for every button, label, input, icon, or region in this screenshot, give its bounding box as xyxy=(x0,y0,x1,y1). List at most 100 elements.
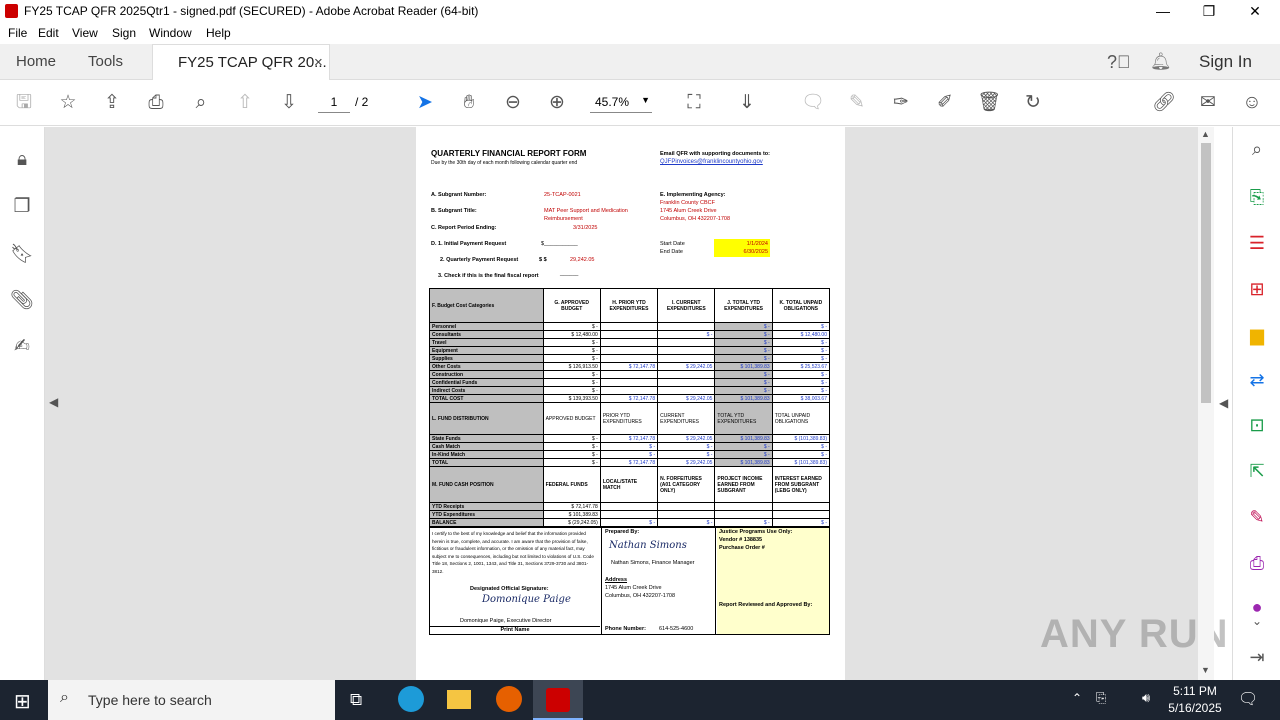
tab-close-icon[interactable]: × xyxy=(314,45,323,81)
email-link[interactable]: QJFPinvoices@franklincountyohio.gov xyxy=(660,159,763,165)
table-cell-k: $ - xyxy=(771,346,831,355)
hand-tool-icon[interactable]: ✋︎ xyxy=(457,91,481,115)
next-page-icon[interactable]: ⇩ xyxy=(277,91,301,115)
fit-page-icon[interactable]: ⛶ xyxy=(682,91,706,115)
table-cell-k: $ - xyxy=(771,378,831,387)
l-head: L. FUND DISTRIBUTION xyxy=(429,402,544,435)
table-cell-h: $ - xyxy=(599,442,659,451)
c-label: C. Report Period Ending: xyxy=(431,225,497,231)
d2-value: 29,242.05 xyxy=(570,257,595,263)
table-cell-label: Other Costs xyxy=(429,362,544,371)
delete-icon[interactable]: 🗑︎ xyxy=(977,91,1001,115)
table-row: BALANCE $ (29,242.05) $ - $ - $ - $ - xyxy=(429,518,831,527)
star-icon[interactable]: ☆ xyxy=(56,91,80,115)
create-pdf-icon[interactable]: ⊞ xyxy=(1245,277,1269,301)
menu-sign[interactable]: Sign xyxy=(112,26,136,40)
firefox-icon[interactable] xyxy=(496,686,522,712)
edit-pdf-icon[interactable]: ⇱ xyxy=(1245,459,1269,483)
collapse-right-icon[interactable]: ◀ xyxy=(1219,396,1228,410)
attachment-icon[interactable]: 📎︎ xyxy=(10,288,34,312)
menu-view[interactable]: View xyxy=(72,26,98,40)
phone-value: 614-525-4600 xyxy=(659,626,694,632)
d2-label: 2. Quarterly Payment Request xyxy=(440,257,519,263)
menu-window[interactable]: Window xyxy=(149,26,192,40)
upload-icon[interactable]: ⇪ xyxy=(100,91,124,115)
sign-in-button[interactable]: Sign In xyxy=(1199,44,1252,80)
address-line-2: Columbus, OH 432207-1708 xyxy=(605,593,676,599)
help-icon[interactable]: ?⃝ xyxy=(1107,44,1131,80)
edit-text-icon[interactable]: ✐ xyxy=(933,91,957,115)
table-row: TOTAL COST $ 139,393.50 $ 72,147.78 $ 29,24… xyxy=(429,394,831,403)
collapse-panel-icon[interactable]: ⇥ xyxy=(1245,645,1269,669)
panel-scroll-down-icon[interactable]: ⌄ xyxy=(1245,609,1269,633)
maximize-button[interactable]: ❐ xyxy=(1186,0,1232,22)
minimize-button[interactable]: — xyxy=(1140,0,1186,22)
page-number-input[interactable]: 1 xyxy=(318,95,350,113)
zoom-out-icon[interactable]: ⊖ xyxy=(501,91,525,115)
bell-icon[interactable]: 🔔︎ xyxy=(1150,44,1172,80)
pdf-page[interactable]: QUARTERLY FINANCIAL REPORT FORM Due by t… xyxy=(416,127,845,680)
signature-icon[interactable]: ✍︎ xyxy=(10,335,34,359)
scroll-mode-icon[interactable]: ⇓ xyxy=(735,91,759,115)
zoom-select[interactable]: 45.7% ▼ xyxy=(590,95,652,113)
save-icon[interactable]: 🖫 xyxy=(12,91,36,115)
menu-file[interactable]: File xyxy=(8,26,27,40)
clock-time[interactable]: 5:11 PM xyxy=(1160,684,1230,698)
file-explorer-icon[interactable] xyxy=(447,690,471,709)
zoom-search-icon[interactable]: ⌕ xyxy=(189,91,213,115)
search-icon[interactable]: ⌕ xyxy=(1245,137,1269,161)
combine-files-icon[interactable]: ⇄ xyxy=(1245,368,1269,392)
scroll-down-icon[interactable]: ▼ xyxy=(1201,665,1210,675)
print-icon[interactable]: ⎙ xyxy=(144,91,168,115)
export-pdf-icon[interactable]: ⎘ xyxy=(1245,185,1269,209)
show-hidden-icons[interactable]: ⌃ xyxy=(1072,691,1082,705)
task-view-icon[interactable]: ⧉ xyxy=(350,690,362,710)
scrollbar-thumb[interactable] xyxy=(1201,143,1211,403)
edge-icon[interactable] xyxy=(398,686,424,712)
bookmark-icon[interactable]: 🔖︎ xyxy=(10,242,34,266)
draw-icon[interactable]: ✑ xyxy=(889,91,913,115)
table-cell-g: $ - xyxy=(542,338,601,347)
rotate-icon[interactable]: ↻ xyxy=(1021,91,1045,115)
lock-icon[interactable]: 🔒︎ xyxy=(10,149,34,173)
volume-icon[interactable]: 🔊︎ xyxy=(1142,690,1150,706)
comment-tool-icon[interactable]: ▆ xyxy=(1245,323,1269,347)
select-cursor-icon[interactable]: ➤ xyxy=(413,91,437,115)
table-row: YTD Expenditures $ 101,389.83 xyxy=(429,510,831,519)
protect-icon[interactable]: ⎙ xyxy=(1245,551,1269,575)
email-icon[interactable]: ✉ xyxy=(1196,91,1220,115)
network-icon[interactable]: ⎘ xyxy=(1096,690,1106,706)
table-cell-k: $ 12,480.00 xyxy=(771,330,831,339)
fill-sign-icon[interactable]: ✎ xyxy=(1245,505,1269,529)
table-cell-j: $ 101,389.83 xyxy=(714,362,773,371)
signature-domonique: Domonique Paige xyxy=(482,594,571,605)
pages-icon[interactable]: ❐ xyxy=(10,195,34,219)
notifications-icon[interactable]: 🗨︎ xyxy=(1238,689,1258,709)
share-user-icon[interactable]: ☺ xyxy=(1240,91,1264,115)
scroll-up-icon[interactable]: ▲ xyxy=(1201,129,1210,139)
link-icon[interactable]: 🔗︎ xyxy=(1152,91,1176,115)
prev-page-icon[interactable]: ⇧ xyxy=(233,91,257,115)
clock-date[interactable]: 5/16/2025 xyxy=(1160,701,1230,715)
comment-icon[interactable]: 🗨︎ xyxy=(801,91,825,115)
tab-home[interactable]: Home xyxy=(16,44,56,80)
windows-start-icon[interactable]: ⊞ xyxy=(14,689,31,714)
menu-edit[interactable]: Edit xyxy=(38,26,59,40)
table-row: State Funds $ - $ 72,147.78 $ 29,242.05 $ 10… xyxy=(429,434,831,443)
reviewed-label: Report Reviewed and Approved By: xyxy=(719,602,813,608)
menu-help[interactable]: Help xyxy=(206,26,231,40)
tab-document[interactable]: FY25 TCAP QFR 20... × xyxy=(152,44,330,81)
taskbar-search[interactable]: ⌕ Type here to search xyxy=(48,680,335,720)
acrobat-taskbar-button[interactable] xyxy=(533,680,583,720)
due-text: Due by the 30th day of each month follow… xyxy=(431,160,578,166)
collapse-left-icon[interactable]: ◀ xyxy=(49,395,58,409)
zoom-in-icon[interactable]: ⊕ xyxy=(545,91,569,115)
vertical-scrollbar[interactable]: ▲ ▼ xyxy=(1198,127,1214,680)
tab-tools[interactable]: Tools xyxy=(88,44,123,80)
highlight-icon[interactable]: ✎ xyxy=(845,91,869,115)
organize-pages-icon[interactable]: ☰ xyxy=(1245,231,1269,255)
close-button[interactable]: ✕ xyxy=(1232,0,1278,22)
d2-sign: $ $ xyxy=(539,257,547,263)
table-cell-h xyxy=(599,510,659,519)
compress-icon[interactable]: ⊡ xyxy=(1245,413,1269,437)
